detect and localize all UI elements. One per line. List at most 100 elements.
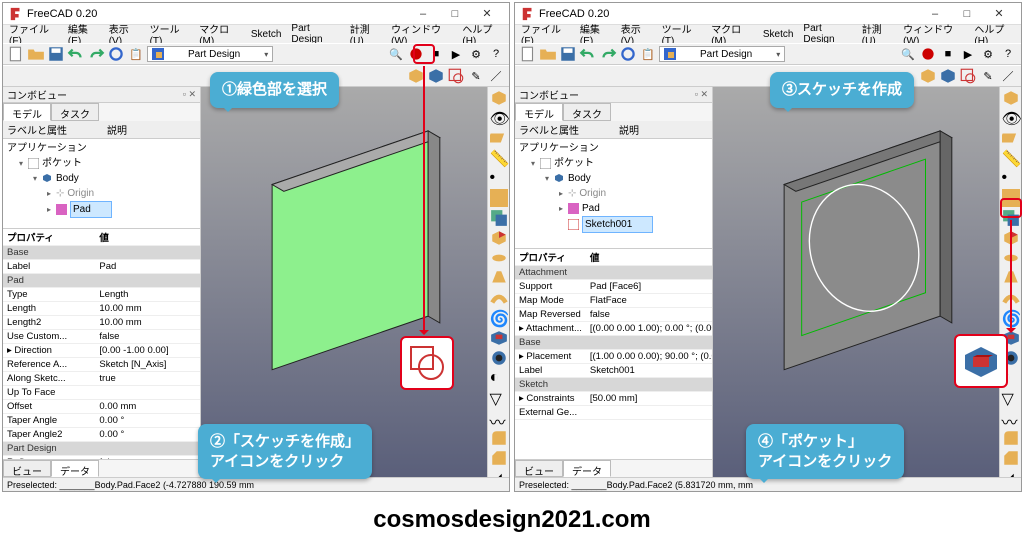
menu-partdesign[interactable]: Part Design (291, 23, 339, 45)
maximize-button[interactable]: □ (439, 5, 471, 23)
prop-row[interactable]: Map ModeFlatFace (515, 294, 712, 308)
prop-row[interactable]: ▸ Direction[0.00 -1.00 0.00] (3, 344, 200, 358)
copy-icon[interactable]: 📋 (127, 45, 145, 63)
gear-icon[interactable]: ⚙ (467, 45, 485, 63)
tab-view[interactable]: ビュー (3, 460, 51, 477)
tree-body[interactable]: ▾Body (7, 171, 196, 186)
pad-icon[interactable] (490, 229, 508, 247)
menu-partdesign[interactable]: Part Design (803, 23, 851, 45)
part-icon[interactable] (919, 67, 937, 85)
fillet-icon[interactable] (490, 429, 508, 447)
undo-icon[interactable] (579, 45, 597, 63)
close-button[interactable]: ✕ (983, 5, 1015, 23)
record-icon[interactable] (919, 45, 937, 63)
cube-yellow-icon[interactable] (1002, 89, 1020, 107)
sub-sweep-icon[interactable]: 〰 (490, 409, 508, 427)
helix-icon[interactable]: 🌀 (490, 309, 508, 327)
edit-sketch-icon[interactable]: ✎ (467, 67, 485, 85)
line-icon[interactable]: ／ (999, 67, 1017, 85)
help-icon[interactable]: ? (999, 45, 1017, 63)
prop-row[interactable]: External Ge... (515, 406, 712, 420)
loft-icon[interactable] (490, 269, 508, 287)
tab-view[interactable]: ビュー (515, 460, 563, 477)
prop-row[interactable]: Along Sketc...true (3, 372, 200, 386)
prop-row[interactable]: ▸ Attachment...[(0.00 0.00 1.00); 0.00 °… (515, 322, 712, 336)
line-icon[interactable]: ／ (487, 67, 505, 85)
workbench-selector[interactable]: Part Design (147, 46, 273, 62)
tab-task[interactable]: タスク (563, 103, 611, 121)
prop-row[interactable]: Map Reversedfalse (515, 308, 712, 322)
create-sketch-icon[interactable] (959, 67, 977, 85)
model-tree[interactable]: アプリケーション ▾ポケット ▾Body ▸⊹Origin ▸Pad (3, 139, 200, 229)
tree-pocket[interactable]: ▾ポケット (7, 156, 196, 171)
redo-icon[interactable] (599, 45, 617, 63)
model-tree[interactable]: アプリケーション ▾ポケット ▾Body ▸⊹Origin ▸Pad Sketc… (515, 139, 712, 249)
body-icon[interactable] (427, 67, 445, 85)
help-icon[interactable]: ? (487, 45, 505, 63)
datum-point-icon[interactable]: • (1002, 169, 1020, 187)
tab-data[interactable]: データ (51, 460, 99, 477)
draft-icon[interactable]: ◢ (490, 469, 508, 477)
3d-viewport[interactable]: 👁 📏 • 🌀 ◐ ▽ 〰 (713, 87, 1021, 477)
datum-plane-icon[interactable] (1002, 129, 1020, 147)
search-icon[interactable]: 🔍 (899, 45, 917, 63)
prop-row[interactable]: Length210.00 mm (3, 316, 200, 330)
minimize-button[interactable]: – (407, 5, 439, 23)
menu-sketch[interactable]: Sketch (251, 29, 282, 40)
prop-row[interactable]: LabelSketch001 (515, 364, 712, 378)
open-icon[interactable] (27, 45, 45, 63)
new-doc-icon[interactable] (519, 45, 537, 63)
search-icon[interactable]: 🔍 (387, 45, 405, 63)
3d-viewport[interactable]: 👁 📏 • 🌀 ◐ ▽ 〰 (201, 87, 509, 477)
tree-pocket[interactable]: ▾ポケット (519, 156, 708, 171)
tree-body[interactable]: ▾Body (519, 171, 708, 186)
hole-icon[interactable] (490, 349, 508, 367)
tree-sketch001[interactable]: Sketch001 (519, 216, 708, 233)
refresh-icon[interactable] (619, 45, 637, 63)
panel-close-icon[interactable]: ▫ ✕ (183, 89, 196, 100)
workbench-selector[interactable]: Part Design (659, 46, 785, 62)
view-icon[interactable]: 👁 (490, 109, 508, 127)
datum-line-icon[interactable]: 📏 (1002, 149, 1020, 167)
cube-yellow-icon[interactable] (490, 89, 508, 107)
minimize-button[interactable]: – (919, 5, 951, 23)
body-icon[interactable] (939, 67, 957, 85)
datum-line-icon[interactable]: 📏 (490, 149, 508, 167)
groove-icon[interactable]: ◐ (490, 369, 508, 387)
undo-icon[interactable] (67, 45, 85, 63)
prop-row[interactable]: Taper Angle20.00 ° (3, 428, 200, 442)
prop-row[interactable]: Offset0.00 mm (3, 400, 200, 414)
fillet-icon[interactable] (1002, 429, 1020, 447)
tab-model[interactable]: モデル (3, 103, 51, 121)
edit-sketch-icon[interactable]: ✎ (979, 67, 997, 85)
copy-icon[interactable]: 📋 (639, 45, 657, 63)
macros-icon[interactable]: ▶ (959, 45, 977, 63)
panel-close-icon[interactable]: ▫ ✕ (695, 89, 708, 100)
sub-loft-icon[interactable]: ▽ (490, 389, 508, 407)
prop-row[interactable]: TypeLength (3, 288, 200, 302)
new-doc-icon[interactable] (7, 45, 25, 63)
datum-plane-icon[interactable] (490, 129, 508, 147)
clone-icon[interactable] (490, 209, 508, 227)
save-icon[interactable] (47, 45, 65, 63)
pocket-icon[interactable] (490, 329, 508, 347)
tab-task[interactable]: タスク (51, 103, 99, 121)
prop-row[interactable]: Up To Face (3, 386, 200, 400)
gear-icon[interactable]: ⚙ (979, 45, 997, 63)
sub-sweep-icon[interactable]: 〰 (1002, 409, 1020, 427)
redo-icon[interactable] (87, 45, 105, 63)
prop-row[interactable]: Length10.00 mm (3, 302, 200, 316)
stop-icon[interactable]: ■ (939, 45, 957, 63)
tree-origin[interactable]: ▸⊹Origin (519, 186, 708, 201)
close-button[interactable]: ✕ (471, 5, 503, 23)
tree-pad[interactable]: ▸Pad (7, 201, 196, 218)
open-icon[interactable] (539, 45, 557, 63)
macros-icon[interactable]: ▶ (447, 45, 465, 63)
menu-sketch[interactable]: Sketch (763, 29, 794, 40)
prop-row[interactable]: ▸ Placement[(1.00 0.00 0.00); 90.00 °; (… (515, 350, 712, 364)
tree-origin[interactable]: ▸⊹Origin (7, 186, 196, 201)
tree-pad[interactable]: ▸Pad (519, 201, 708, 216)
create-sketch-icon[interactable] (447, 67, 465, 85)
chamfer-icon[interactable] (1002, 449, 1020, 467)
prop-row[interactable]: SupportPad [Face6] (515, 280, 712, 294)
